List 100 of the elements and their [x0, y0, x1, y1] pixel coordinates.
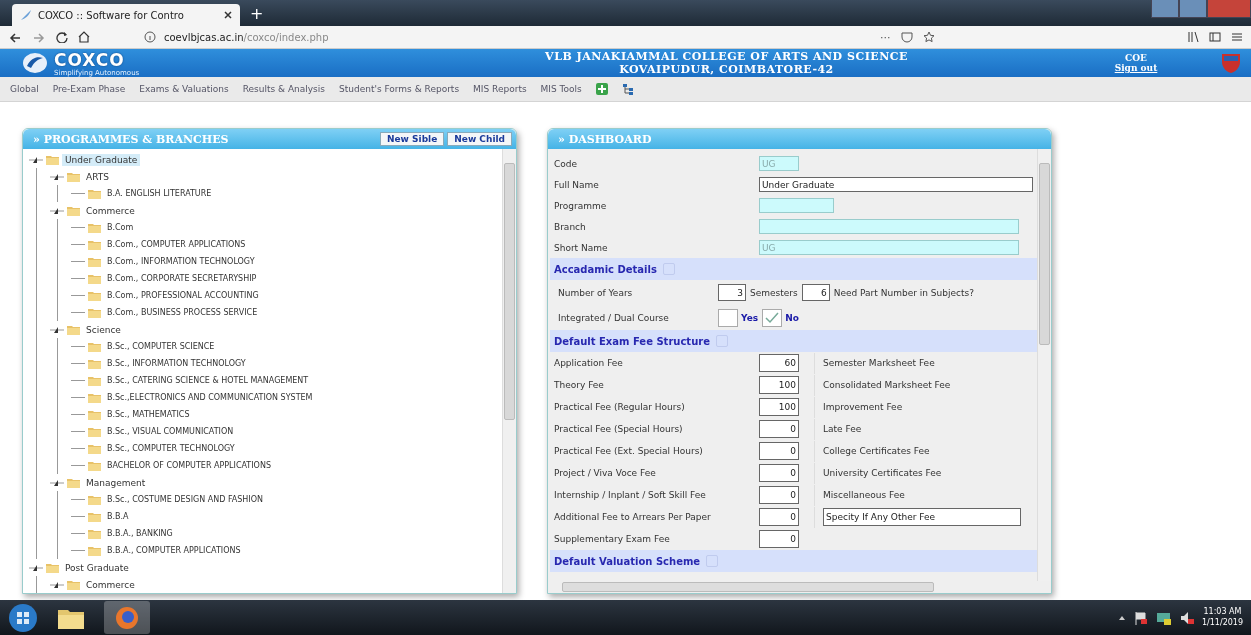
menu-item[interactable]: Student's Forms & Reports — [339, 84, 460, 94]
tree-item[interactable]: Science — [83, 323, 124, 336]
browser-tab[interactable]: COXCO :: Software for Contro — [12, 4, 240, 26]
back-icon[interactable] — [8, 31, 22, 43]
tree-item[interactable]: Commerce — [83, 578, 138, 591]
checkbox[interactable] — [718, 308, 738, 327]
expander-icon[interactable] — [50, 206, 64, 215]
fee-field[interactable]: 0 — [759, 442, 799, 460]
fee-field[interactable]: 60 — [759, 354, 799, 372]
fee-field[interactable]: 0 — [759, 420, 799, 438]
close-button[interactable] — [1207, 0, 1251, 18]
college-name: KOVAIPUDUR, COIMBATORE-42 — [619, 63, 834, 76]
tree-item[interactable]: ARTS — [83, 170, 112, 183]
tree-item[interactable]: B.B.A., BANKING — [104, 528, 176, 539]
fee-field[interactable]: 100 — [759, 398, 799, 416]
tree-item[interactable]: B.Com., CORPORATE SECRETARYSHIP — [104, 273, 260, 284]
new-tab-button[interactable]: + — [250, 4, 264, 23]
field-label: Semester Marksheet Fee — [814, 352, 935, 374]
scrollbar[interactable] — [1037, 149, 1051, 581]
tree-item[interactable]: B.Sc.,ELECTRONICS AND COMMUNICATION SYSTEM — [104, 392, 316, 403]
fee-field[interactable]: 0 — [759, 464, 799, 482]
address-bar[interactable]: coevlbjcas.ac.in/coxco/index.php — [138, 28, 870, 46]
star-icon[interactable] — [922, 31, 935, 43]
tree-item[interactable]: B.A. ENGLISH LITERATURE — [104, 188, 215, 199]
folder-icon — [67, 171, 80, 182]
tree-item[interactable]: Management — [83, 476, 149, 489]
maximize-button[interactable] — [1179, 0, 1207, 18]
library-icon[interactable] — [1187, 31, 1199, 43]
tree-item[interactable]: Under Graduate — [62, 153, 141, 166]
checkbox[interactable] — [762, 308, 783, 327]
field-label: Practical Fee (Regular Hours) — [554, 402, 686, 412]
fee-field[interactable]: 0 — [759, 508, 799, 526]
expander-icon[interactable] — [29, 563, 43, 572]
hierarchy-icon[interactable] — [621, 83, 634, 95]
minimize-button[interactable] — [1151, 0, 1179, 18]
tree-item[interactable]: B.Sc., MATHEMATICS — [104, 409, 193, 420]
folder-icon — [67, 205, 80, 216]
tree-item[interactable]: Commerce — [83, 204, 138, 217]
tree-item[interactable]: B.Com — [104, 222, 137, 233]
folder-icon — [88, 341, 101, 352]
years-field[interactable]: 3 — [718, 284, 746, 301]
text-field[interactable] — [759, 219, 1019, 234]
expander-icon[interactable] — [50, 172, 64, 181]
menu-icon[interactable] — [1231, 31, 1243, 43]
forward-icon[interactable] — [32, 31, 46, 43]
tree-item[interactable]: B.Com., COMPUTER APPLICATIONS — [104, 239, 249, 250]
panel-button[interactable]: New Child — [447, 132, 512, 146]
tree-item[interactable]: B.Sc., INFORMATION TECHNOLOGY — [104, 358, 249, 369]
folder-icon — [88, 460, 101, 471]
text-field[interactable] — [759, 198, 834, 213]
menu-item[interactable]: MIS Tools — [540, 84, 582, 94]
page-actions-button[interactable]: ··· — [880, 30, 891, 44]
menu-item[interactable]: MIS Reports — [473, 84, 527, 94]
tree-item[interactable]: B.Com., INFORMATION TECHNOLOGY — [104, 256, 258, 267]
section-title: Default Valuation Scheme — [554, 555, 701, 567]
menu-item[interactable]: Exams & Valuations — [139, 84, 229, 94]
fee-field[interactable]: 0 — [759, 530, 799, 548]
pocket-icon[interactable] — [900, 31, 913, 43]
field-label: Theory Fee — [554, 380, 605, 390]
expander-icon[interactable] — [29, 155, 43, 164]
tree-item[interactable]: B.Sc., COSTUME DESIGN AND FASHION — [104, 494, 266, 505]
field-label: Integrated / Dual Course — [557, 312, 670, 323]
tree-item[interactable]: B.Sc., COMPUTER SCIENCE — [104, 341, 218, 352]
field-label: Application Fee — [554, 358, 624, 368]
close-icon[interactable] — [224, 11, 232, 19]
logo-text: COXCO — [54, 49, 126, 70]
sidebar-icon[interactable] — [1209, 31, 1221, 43]
scrollbar[interactable] — [502, 149, 516, 593]
panel-button[interactable]: New Sible — [380, 132, 445, 146]
tree-item[interactable]: B.B.A — [104, 511, 132, 522]
menu-item[interactable]: Pre-Exam Phase — [52, 84, 126, 94]
tree-item[interactable]: B.Sc., COMPUTER TECHNOLOGY — [104, 443, 238, 454]
college-name: VLB JANAKIAMMAL COLLEGE OF ARTS AND SCIENCE — [545, 50, 908, 63]
menu-item[interactable]: Results & Analysis — [242, 84, 325, 94]
folder-icon — [88, 528, 101, 539]
start-button[interactable] — [8, 602, 38, 633]
expander-icon[interactable] — [50, 580, 64, 589]
home-icon[interactable] — [78, 31, 90, 43]
text-field[interactable]: Under Graduate — [759, 177, 1033, 192]
folder-icon — [67, 579, 80, 590]
text-field[interactable]: Specity If Any Other Fee — [823, 508, 1021, 526]
sign-out-link[interactable]: Sign out — [1114, 63, 1158, 73]
plus-icon[interactable] — [595, 83, 608, 95]
tree-item[interactable]: BACHELOR OF COMPUTER APPLICATIONS — [104, 460, 274, 471]
folder-icon — [88, 239, 101, 250]
tree-item[interactable]: B.Com., PROFESSIONAL ACCOUNTING — [104, 290, 262, 301]
fee-field[interactable]: 100 — [759, 376, 799, 394]
field-label: Full Name — [554, 179, 600, 190]
expander-icon[interactable] — [50, 478, 64, 487]
expander-icon[interactable] — [50, 325, 64, 334]
tree-item[interactable]: B.Sc., VISUAL COMMUNICATION — [104, 426, 237, 437]
semesters-field[interactable]: 6 — [801, 284, 830, 301]
menu-item[interactable]: Global — [10, 84, 39, 94]
folder-icon — [88, 392, 101, 403]
tree-item[interactable]: Post Graduate — [62, 561, 132, 574]
fee-field[interactable]: 0 — [759, 486, 799, 504]
tree-item[interactable]: B.B.A., COMPUTER APPLICATIONS — [104, 545, 244, 556]
reload-icon[interactable] — [56, 31, 68, 43]
tree-item[interactable]: B.Sc., CATERING SCIENCE & HOTEL MANAGEMENT — [104, 375, 312, 386]
tree-item[interactable]: B.Com., BUSINESS PROCESS SERVICE — [104, 307, 261, 318]
